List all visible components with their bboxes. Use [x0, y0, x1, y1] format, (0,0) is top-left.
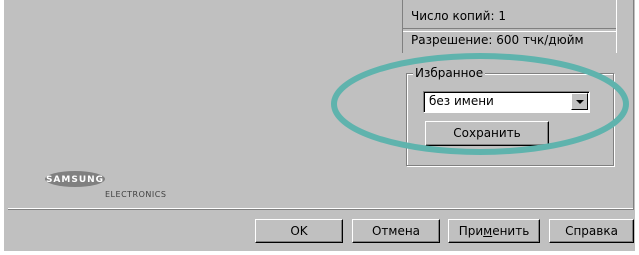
printer-properties-dialog: Число копий: 1 Разрешение: 600 тчк/дюйм …: [4, 0, 635, 251]
samsung-logo: SAMSUNG ELECTRONICS: [45, 170, 175, 200]
samsung-logo-graphic: SAMSUNG ELECTRONICS: [45, 171, 166, 199]
favorites-selected-value: без имени: [429, 94, 494, 108]
resolution-text: Разрешение: 600 тчк/дюйм: [411, 33, 584, 47]
favorites-group: Избранное без имени Сохранить: [406, 66, 614, 166]
ok-button[interactable]: OK: [255, 219, 343, 243]
apply-label-start: При: [458, 224, 484, 238]
dropdown-arrow-button[interactable]: [571, 93, 588, 110]
favorites-group-title: Избранное: [413, 66, 486, 80]
apply-label-end: енить: [492, 224, 530, 238]
settings-panel: Число копий: 1 Разрешение: 600 тчк/дюйм …: [8, 0, 634, 210]
cancel-button[interactable]: Отмена: [352, 219, 440, 243]
logo-sub-text: ELECTRONICS: [105, 190, 166, 199]
copies-count-text: Число копий: 1: [411, 9, 506, 23]
favorites-dropdown[interactable]: без имени: [423, 91, 590, 113]
help-button[interactable]: Справка: [549, 219, 634, 243]
settings-summary-box: Число копий: 1 Разрешение: 600 тчк/дюйм: [402, 0, 617, 53]
logo-brand-text: SAMSUNG: [46, 175, 104, 185]
apply-button[interactable]: Применить: [448, 219, 540, 243]
chevron-down-icon: [575, 99, 584, 104]
apply-label-mnemonic: м: [483, 224, 493, 238]
save-button[interactable]: Сохранить: [425, 121, 549, 146]
summary-divider: [403, 28, 616, 32]
